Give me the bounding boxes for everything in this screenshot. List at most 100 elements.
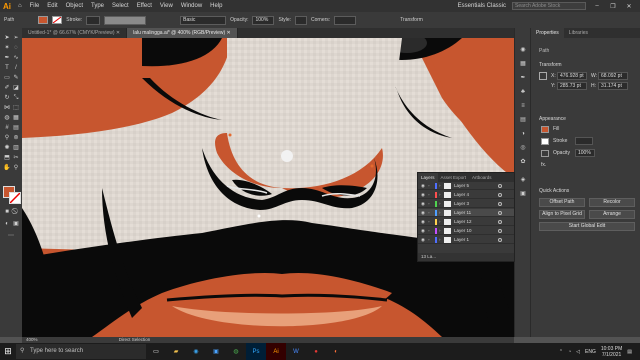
visibility-eye-icon[interactable]: ◉ [421,218,425,226]
transparency-panel-icon[interactable]: ◑ [519,130,527,138]
menu-file[interactable]: File [26,3,44,9]
shaper-tool-icon[interactable]: ✐ [3,84,11,92]
layer-row[interactable]: ◉ ▫ › Layer 10 [418,227,514,235]
fill-swatch[interactable] [541,126,549,133]
lasso-icon[interactable]: ◌ [12,44,20,52]
word-icon[interactable]: W [286,343,306,360]
layer-row[interactable]: ◉ ▫ › Layer 4 [418,191,514,199]
artboard-tool-icon[interactable]: ⬒ [3,154,11,162]
target-circle-icon[interactable] [498,211,502,215]
target-circle-icon[interactable] [498,202,502,206]
layer-name[interactable]: Layer 5 [454,182,469,190]
expand-arrow-icon[interactable]: › [439,191,441,199]
slice-tool-icon[interactable]: ✂ [12,154,20,162]
stroke-panel-icon[interactable]: ≡ [519,102,527,110]
language-indicator[interactable]: ENG [585,349,596,355]
maximize-button[interactable]: ❐ [608,3,618,10]
graph-tool-icon[interactable]: ▥ [12,144,20,152]
symbols-panel-icon[interactable]: ♣ [519,88,527,96]
visibility-eye-icon[interactable]: ◉ [421,191,425,199]
menu-edit[interactable]: Edit [43,3,61,9]
tab-properties[interactable]: Properties [531,28,564,38]
close-icon[interactable]: ✕ [227,30,231,36]
visibility-eye-icon[interactable]: ◉ [421,182,425,190]
direct-selection-tool-icon[interactable]: ➢ [12,34,20,42]
offset-path-button[interactable]: Offset Path [539,198,585,207]
layer-row[interactable]: ◉ ▫ › Layer 1 [418,236,514,244]
photoshop-icon[interactable]: Ps [246,343,266,360]
recolor-button[interactable]: Recolor [589,198,635,207]
recorder-icon[interactable]: ● [306,343,326,360]
color-mode-icon[interactable]: ■ [3,208,11,216]
visibility-eye-icon[interactable]: ◉ [421,209,425,217]
more-tools-icon[interactable]: ⋯ [7,232,15,240]
lock-toggle-icon[interactable]: ▫ [428,236,430,244]
tray-chevron-icon[interactable]: ⌃ [559,349,563,355]
menu-select[interactable]: Select [108,3,133,9]
target-circle-icon[interactable] [498,184,502,188]
scale-tool-icon[interactable]: ⤡ [12,94,20,102]
artboards-panel-icon[interactable]: ▣ [519,190,527,198]
visibility-eye-icon[interactable]: ◉ [421,236,425,244]
pen-tool-icon[interactable]: ✒ [3,54,11,62]
w-field[interactable]: 68.092 pt [598,72,628,80]
home-icon[interactable]: ⌂ [14,3,26,9]
zoom-level[interactable]: 400% [22,337,38,342]
none-mode-icon[interactable]: ⃠ [12,208,20,216]
menu-effect[interactable]: Effect [133,3,156,9]
menu-window[interactable]: Window [177,3,206,9]
menu-help[interactable]: Help [206,3,226,9]
tab-asset-export[interactable]: Asset Export [438,173,470,182]
width-tool-icon[interactable]: ⋈ [3,104,11,112]
corners-field[interactable] [334,15,357,25]
mesh-tool-icon[interactable]: # [3,124,11,132]
free-transform-icon[interactable]: ⬚ [12,104,20,112]
lock-toggle-icon[interactable]: ▫ [428,182,430,190]
tab-layers[interactable]: Layers [418,173,438,182]
notifications-icon[interactable]: ▤ [627,349,632,355]
chrome-icon[interactable]: ◍ [226,343,246,360]
reference-point-icon[interactable] [539,72,547,80]
expand-arrow-icon[interactable]: › [439,200,441,208]
visibility-eye-icon[interactable]: ◉ [421,200,425,208]
stock-search-input[interactable]: Search Adobe Stock [512,2,586,10]
rectangle-tool-icon[interactable]: ▭ [3,74,11,82]
tab-lalu-malingga[interactable]: lalu malingga.ai* @ 400% (RGB/Preview) ✕ [127,28,238,38]
y-field[interactable]: 285.73 pt [557,82,587,90]
eraser-icon[interactable]: ◪ [12,84,20,92]
perspective-grid-icon[interactable]: ▦ [12,114,20,122]
menu-object[interactable]: Object [62,3,87,9]
layer-name[interactable]: Layer 1 [454,236,469,244]
visibility-eye-icon[interactable]: ◉ [421,227,425,235]
tab-artboards[interactable]: Artboards [469,173,495,182]
draw-mode-icon[interactable]: ◐ [3,220,11,228]
file-explorer-icon[interactable]: ▰ [166,343,186,360]
layer-name[interactable]: Layer 3 [454,200,469,208]
stroke-weight-field[interactable] [575,137,593,145]
expand-arrow-icon[interactable]: › [439,236,441,244]
lock-toggle-icon[interactable]: ▫ [428,218,430,226]
minimize-button[interactable]: – [592,3,602,9]
shape-builder-icon[interactable]: ◍ [3,114,11,122]
illustrator-taskbar-icon[interactable]: Ai [266,343,286,360]
layer-row[interactable]: ◉ ▫ › Layer 12 [418,218,514,226]
target-circle-icon[interactable] [498,229,502,233]
menu-type[interactable]: Type [87,3,108,9]
symbol-sprayer-icon[interactable]: ✺ [3,144,11,152]
gradient-panel-icon[interactable]: ▤ [519,116,527,124]
layer-row[interactable]: ◉ ▫ › Layer 11 [418,209,514,217]
arrange-button[interactable]: Arrange [589,210,635,219]
taskbar-search-input[interactable]: ⚲ Type here to search [16,344,146,359]
lock-toggle-icon[interactable]: ▫ [428,191,430,199]
expand-arrow-icon[interactable]: › [439,218,441,226]
tab-untitled[interactable]: Untitled-1* @ 66.67% (CMYK/Preview) ✕ [22,28,128,38]
fill-swatch[interactable] [38,16,49,24]
layer-row[interactable]: ◉ ▫ › Layer 3 [418,200,514,208]
stroke-weight-field[interactable] [86,15,101,25]
expand-arrow-icon[interactable]: › [439,209,441,217]
expand-arrow-icon[interactable]: › [439,227,441,235]
close-window-button[interactable]: ✕ [624,3,634,10]
screen-mode-icon[interactable]: ▣ [12,220,20,228]
stroke-color-swatch[interactable] [9,192,21,204]
opacity-field[interactable]: 100% [252,15,275,25]
